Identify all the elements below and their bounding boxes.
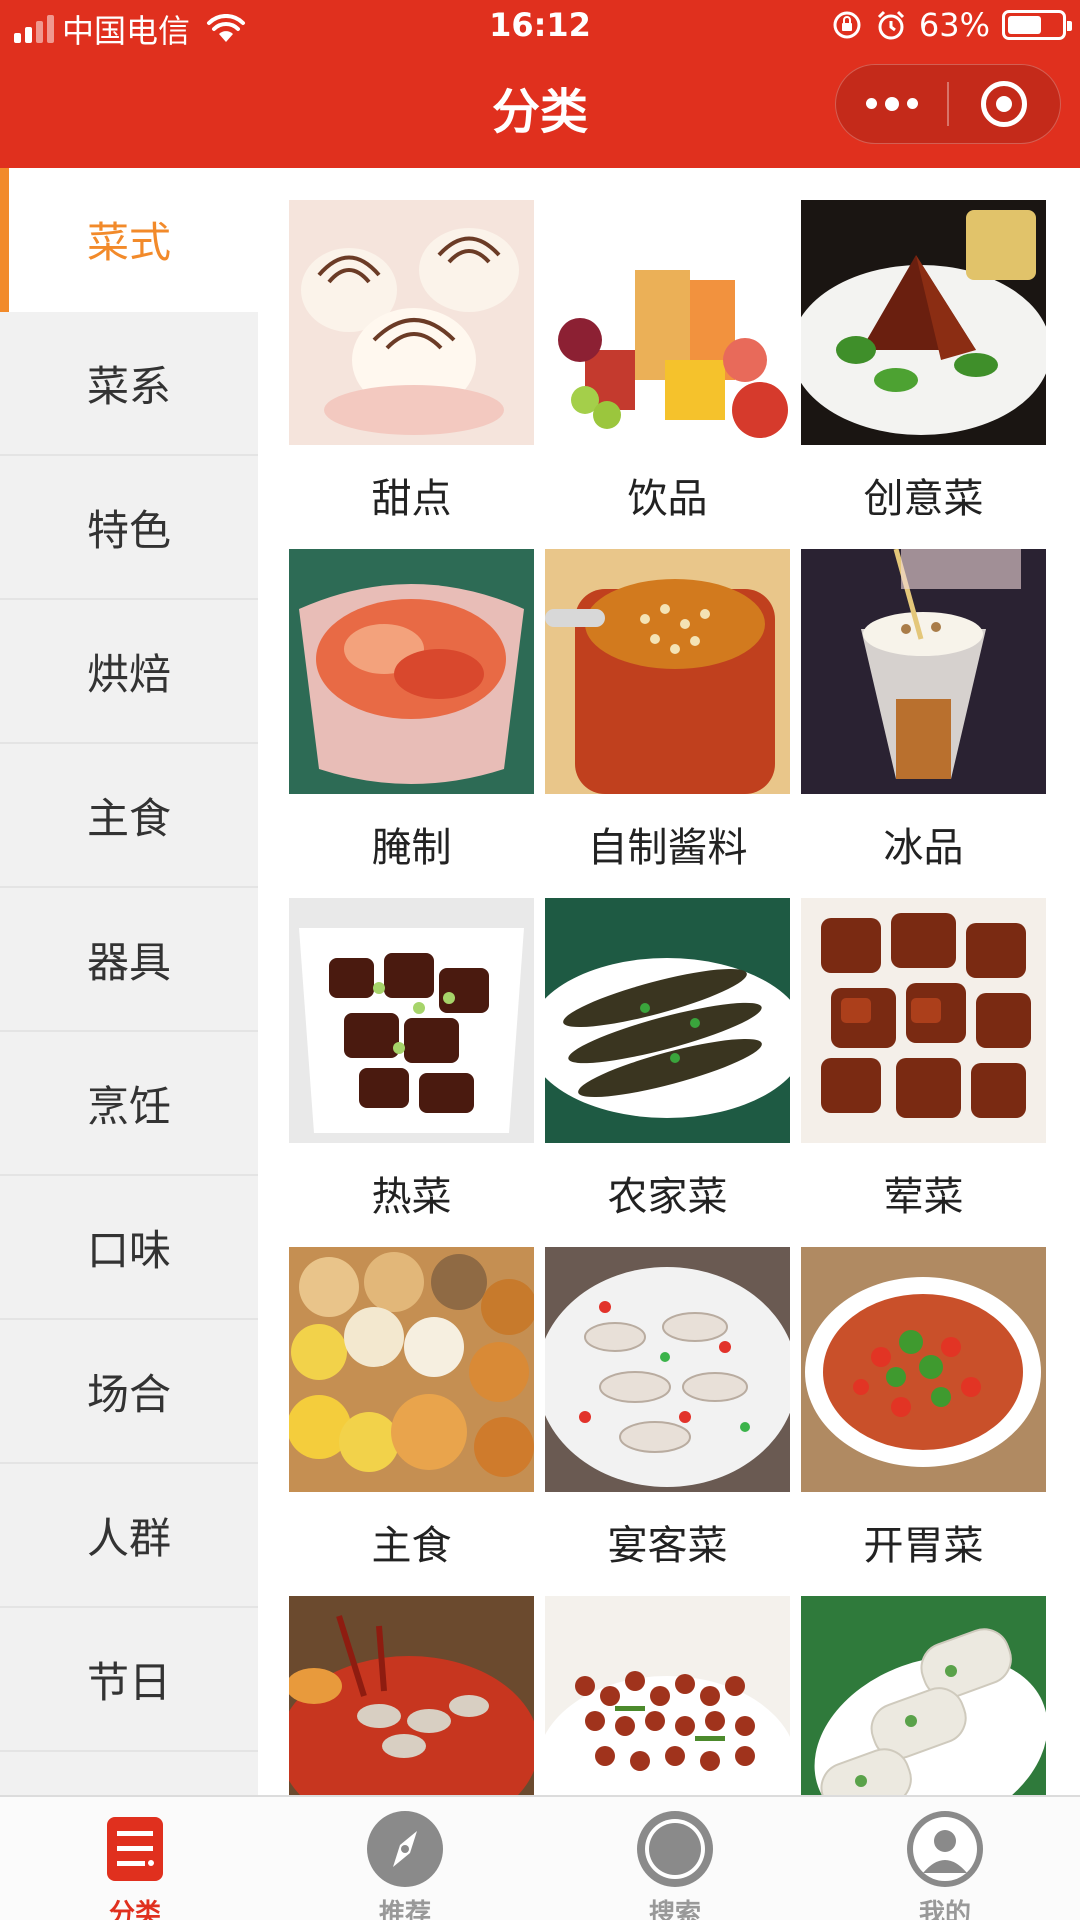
drinks-image [545,200,790,445]
rotation-lock-icon [833,11,861,39]
category-tile[interactable]: 主食 [289,1247,534,1569]
banquet-dish-image [545,1247,790,1492]
tab-search[interactable]: 搜索 [540,1797,810,1920]
tile-label: 创意菜 [863,476,984,522]
tab-label: 推荐 [378,1899,431,1920]
sidebar-item-特色[interactable]: 特色 [0,456,258,600]
status-bar: 中国电信 16:12 63% [0,0,1080,54]
category-tile[interactable] [801,1596,1046,1795]
sidebar-item-场合[interactable]: 场合 [0,1320,258,1464]
sidebar-item-节日[interactable]: 节日 [0,1608,258,1752]
rice-roll-image [801,1596,1046,1795]
category-tile[interactable] [289,1596,534,1795]
miniprogram-capsule [835,64,1061,144]
tile-label: 饮品 [627,476,708,522]
user-icon [907,1811,983,1887]
bottom-tab-bar: 分类 推荐 搜索 我的 [0,1795,1080,1920]
dessert-image [289,200,534,445]
sidebar-item-label: 主食 [86,793,171,843]
compass-icon [367,1811,443,1887]
tile-label: 甜点 [371,476,452,522]
peanut-dish-image [545,1596,790,1795]
tile-label: 荤菜 [883,1174,964,1220]
tab-label: 我的 [918,1899,971,1920]
target-icon [981,81,1028,127]
category-tile[interactable]: 腌制 [289,549,534,871]
category-tile[interactable]: 自制酱料 [545,549,790,871]
sidebar-item-菜式[interactable]: 菜式 [0,168,258,312]
close-miniprogram-button[interactable] [949,64,1060,144]
tab-label: 分类 [108,1899,161,1920]
category-grid-panel: 甜点 饮品 创意菜 腌制 自制酱料 冰品 热菜 农家菜 荤菜 主食 宴客菜 开胃… [258,168,1080,1795]
sidebar-item-label: 烹饪 [86,1081,171,1131]
meat-dish-image [801,898,1046,1143]
appetizer-image [801,1247,1046,1492]
sidebar-item-label: 口味 [86,1225,171,1275]
tab-label: 搜索 [648,1899,701,1920]
tile-label: 自制酱料 [587,825,748,871]
sidebar-item-label: 菜系 [86,361,171,411]
creative-dish-image [801,200,1046,445]
category-tile[interactable]: 饮品 [545,200,790,522]
alarm-icon [877,10,904,40]
category-grid: 甜点 饮品 创意菜 腌制 自制酱料 冰品 热菜 农家菜 荤菜 主食 宴客菜 开胃… [289,200,1046,1795]
app-screen: 中国电信 16:12 63% 分类 菜式 菜系 特色 烘焙 主食 器具 烹饪 口… [0,0,1080,1920]
sidebar-item-label: 人群 [86,1513,171,1563]
hot-dish-image [289,898,534,1143]
more-dots-icon [865,96,918,111]
battery-percent: 63% [918,6,990,44]
ice-drink-image [801,549,1046,794]
tab-mine[interactable]: 我的 [810,1797,1080,1920]
tile-label: 宴客菜 [607,1523,728,1569]
sidebar-item-主食[interactable]: 主食 [0,744,258,888]
category-tile[interactable]: 农家菜 [545,898,790,1220]
category-tile[interactable]: 冰品 [801,549,1046,871]
tab-category[interactable]: 分类 [0,1797,270,1920]
category-tile[interactable]: 甜点 [289,200,534,522]
sidebar-item-label: 菜式 [86,217,171,267]
category-tile[interactable]: 荤菜 [801,898,1046,1220]
tile-label: 开胃菜 [863,1523,984,1569]
sidebar-item-口味[interactable]: 口味 [0,1176,258,1320]
tile-label: 腌制 [371,825,452,871]
more-button[interactable] [836,64,947,144]
sauce-image [545,549,790,794]
pickled-image [289,549,534,794]
sidebar-item-菜系[interactable]: 菜系 [0,312,258,456]
category-sidebar: 菜式 菜系 特色 烘焙 主食 器具 烹饪 口味 场合 人群 节日 [0,168,258,1795]
sidebar-item-烹饪[interactable]: 烹饪 [0,1032,258,1176]
category-tile[interactable]: 热菜 [289,898,534,1220]
category-tile[interactable]: 创意菜 [801,200,1046,522]
top-bar: 中国电信 16:12 63% 分类 [0,0,1080,168]
sidebar-item-label: 场合 [86,1369,171,1419]
sidebar-item-label: 烘焙 [86,649,171,699]
tile-label: 农家菜 [607,1174,728,1220]
category-tile[interactable]: 开胃菜 [801,1247,1046,1569]
tile-label: 冰品 [883,825,964,871]
sidebar-item-label: 器具 [86,937,171,987]
tile-label: 热菜 [371,1174,452,1220]
sidebar-item-人群[interactable]: 人群 [0,1464,258,1608]
farmhouse-dish-image [545,898,790,1143]
staple-food-image [289,1247,534,1492]
sidebar-item-烘焙[interactable]: 烘焙 [0,600,258,744]
category-tile[interactable]: 宴客菜 [545,1247,790,1569]
tab-recommend[interactable]: 推荐 [270,1797,540,1920]
search-circle-icon [637,1811,713,1887]
seafood-image [289,1596,534,1795]
sidebar-item-器具[interactable]: 器具 [0,888,258,1032]
battery-icon [1002,10,1072,40]
category-tile[interactable] [545,1596,790,1795]
category-icon [107,1817,163,1881]
sidebar-item-label: 节日 [86,1657,171,1707]
sidebar-item-label: 特色 [86,505,171,555]
tile-label: 主食 [371,1523,452,1569]
